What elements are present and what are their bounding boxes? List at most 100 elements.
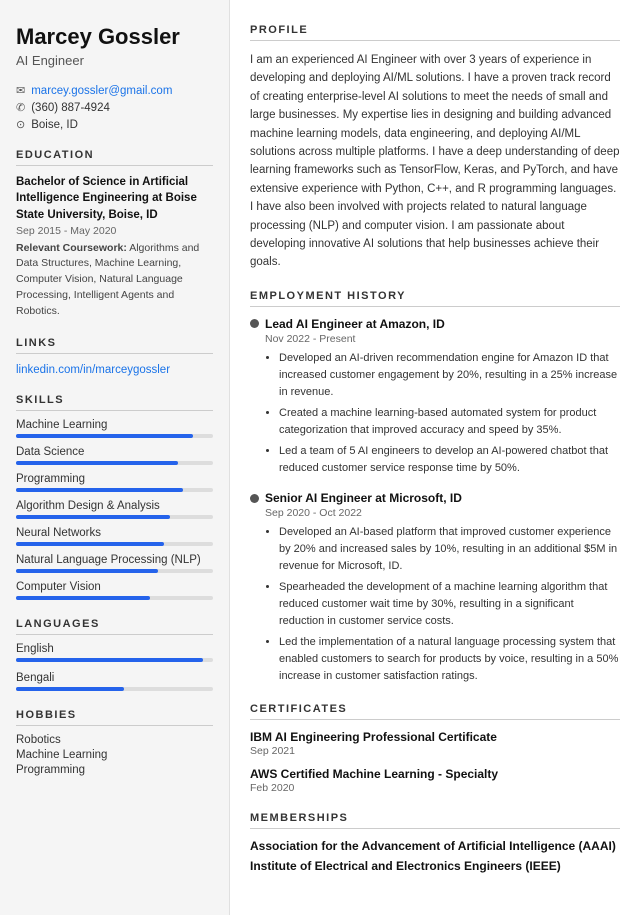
phone-text: (360) 887-4924 — [31, 102, 110, 114]
education-section: Bachelor of Science in Artificial Intell… — [16, 174, 213, 319]
certificates-section: CERTIFICATES IBM AI Engineering Professi… — [250, 703, 620, 794]
location-text: Boise, ID — [31, 119, 78, 131]
skill-name: Neural Networks — [16, 527, 213, 539]
skill-bar-bg — [16, 461, 213, 465]
skill-bar-bg — [16, 434, 213, 438]
membership-item: Institute of Electrical and Electronics … — [250, 859, 620, 873]
cert-name: AWS Certified Machine Learning - Special… — [250, 767, 620, 781]
job-dates: Sep 2020 - Oct 2022 — [265, 507, 620, 519]
languages-section: English Bengali — [16, 643, 213, 691]
email-link[interactable]: marcey.gossler@gmail.com — [31, 85, 172, 97]
edu-dates: Sep 2015 - May 2020 — [16, 225, 213, 237]
email-icon: ✉ — [16, 84, 25, 97]
links-section: linkedin.com/in/marceygossler — [16, 362, 213, 376]
job-entry: Senior AI Engineer at Microsoft, ID Sep … — [250, 491, 620, 685]
languages-section-title: LANGUAGES — [16, 618, 213, 635]
skill-bar-fill — [16, 488, 183, 492]
profile-section: PROFILE I am an experienced AI Engineer … — [250, 24, 620, 272]
skill-bar-bg — [16, 569, 213, 573]
edu-degree: Bachelor of Science in Artificial Intell… — [16, 174, 213, 222]
job-header: Senior AI Engineer at Microsoft, ID — [250, 491, 620, 505]
language-item: English — [16, 643, 213, 662]
job-bullets: Developed an AI-driven recommendation en… — [265, 350, 620, 477]
job-bullets: Developed an AI-based platform that impr… — [265, 524, 620, 685]
language-name: English — [16, 643, 213, 655]
location-icon: ⊙ — [16, 118, 25, 131]
job-dates: Nov 2022 - Present — [265, 333, 620, 345]
skill-item: Data Science — [16, 446, 213, 465]
job-bullet: Developed an AI-driven recommendation en… — [279, 350, 620, 401]
language-bar-bg — [16, 687, 213, 691]
skill-name: Natural Language Processing (NLP) — [16, 554, 213, 566]
candidate-title: AI Engineer — [16, 53, 213, 68]
sidebar: Marcey Gossler AI Engineer ✉ marcey.goss… — [0, 0, 230, 915]
certificate-item: IBM AI Engineering Professional Certific… — [250, 730, 620, 757]
job-bullet: Created a machine learning-based automat… — [279, 405, 620, 439]
membership-item: Association for the Advancement of Artif… — [250, 839, 620, 853]
phone-item: ✆ (360) 887-4924 — [16, 101, 213, 114]
job-title-main: Lead AI Engineer at Amazon, ID — [265, 317, 445, 331]
skill-name: Programming — [16, 473, 213, 485]
profile-title: PROFILE — [250, 24, 620, 41]
hobbies-section-title: HOBBIES — [16, 709, 213, 726]
job-bullet: Led the implementation of a natural lang… — [279, 634, 620, 685]
job-dot — [250, 494, 259, 503]
links-section-title: LINKS — [16, 337, 213, 354]
hobby-item: Programming — [16, 764, 213, 776]
skill-name: Machine Learning — [16, 419, 213, 431]
memberships-title: MEMBERSHIPS — [250, 812, 620, 829]
skill-name: Data Science — [16, 446, 213, 458]
skill-bar-bg — [16, 515, 213, 519]
job-bullet: Spearheaded the development of a machine… — [279, 579, 620, 630]
hobbies-section: Robotics Machine Learning Programming — [16, 734, 213, 776]
hobby-item: Machine Learning — [16, 749, 213, 761]
candidate-name: Marcey Gossler — [16, 24, 213, 50]
certificates-title: CERTIFICATES — [250, 703, 620, 720]
linkedin-link[interactable]: linkedin.com/in/marceygossler — [16, 364, 170, 376]
profile-text: I am an experienced AI Engineer with ove… — [250, 51, 620, 272]
job-bullet: Led a team of 5 AI engineers to develop … — [279, 443, 620, 477]
employment-section: EMPLOYMENT HISTORY Lead AI Engineer at A… — [250, 290, 620, 686]
job-header: Lead AI Engineer at Amazon, ID — [250, 317, 620, 331]
coursework-label: Relevant Coursework: — [16, 242, 127, 254]
cert-name: IBM AI Engineering Professional Certific… — [250, 730, 620, 744]
hobby-item: Robotics — [16, 734, 213, 746]
skill-bar-fill — [16, 515, 170, 519]
certificate-item: AWS Certified Machine Learning - Special… — [250, 767, 620, 794]
phone-icon: ✆ — [16, 101, 25, 114]
skill-item: Natural Language Processing (NLP) — [16, 554, 213, 573]
language-item: Bengali — [16, 672, 213, 691]
language-bar-fill — [16, 687, 124, 691]
education-section-title: EDUCATION — [16, 149, 213, 166]
skill-bar-bg — [16, 596, 213, 600]
memberships-list: Association for the Advancement of Artif… — [250, 839, 620, 873]
skill-bar-fill — [16, 542, 164, 546]
skill-bar-fill — [16, 434, 193, 438]
certificates-list: IBM AI Engineering Professional Certific… — [250, 730, 620, 794]
contact-section: ✉ marcey.gossler@gmail.com ✆ (360) 887-4… — [16, 84, 213, 131]
skill-item: Programming — [16, 473, 213, 492]
job-bullet: Developed an AI-based platform that impr… — [279, 524, 620, 575]
main-content: PROFILE I am an experienced AI Engineer … — [230, 0, 640, 915]
skill-bar-bg — [16, 542, 213, 546]
skill-bar-fill — [16, 569, 158, 573]
location-item: ⊙ Boise, ID — [16, 118, 213, 131]
skill-item: Computer Vision — [16, 581, 213, 600]
skill-item: Algorithm Design & Analysis — [16, 500, 213, 519]
skill-item: Neural Networks — [16, 527, 213, 546]
skills-section-title: SKILLS — [16, 394, 213, 411]
job-entry: Lead AI Engineer at Amazon, ID Nov 2022 … — [250, 317, 620, 477]
skill-bar-fill — [16, 596, 150, 600]
job-dot — [250, 319, 259, 328]
language-name: Bengali — [16, 672, 213, 684]
edu-coursework: Relevant Coursework: Algorithms and Data… — [16, 241, 213, 320]
skills-section: Machine Learning Data Science Programmin… — [16, 419, 213, 600]
skill-bar-bg — [16, 488, 213, 492]
skill-bar-fill — [16, 461, 178, 465]
job-title-main: Senior AI Engineer at Microsoft, ID — [265, 491, 462, 505]
skill-name: Computer Vision — [16, 581, 213, 593]
skill-item: Machine Learning — [16, 419, 213, 438]
language-bar-fill — [16, 658, 203, 662]
memberships-section: MEMBERSHIPS Association for the Advancem… — [250, 812, 620, 873]
cert-date: Sep 2021 — [250, 745, 620, 757]
